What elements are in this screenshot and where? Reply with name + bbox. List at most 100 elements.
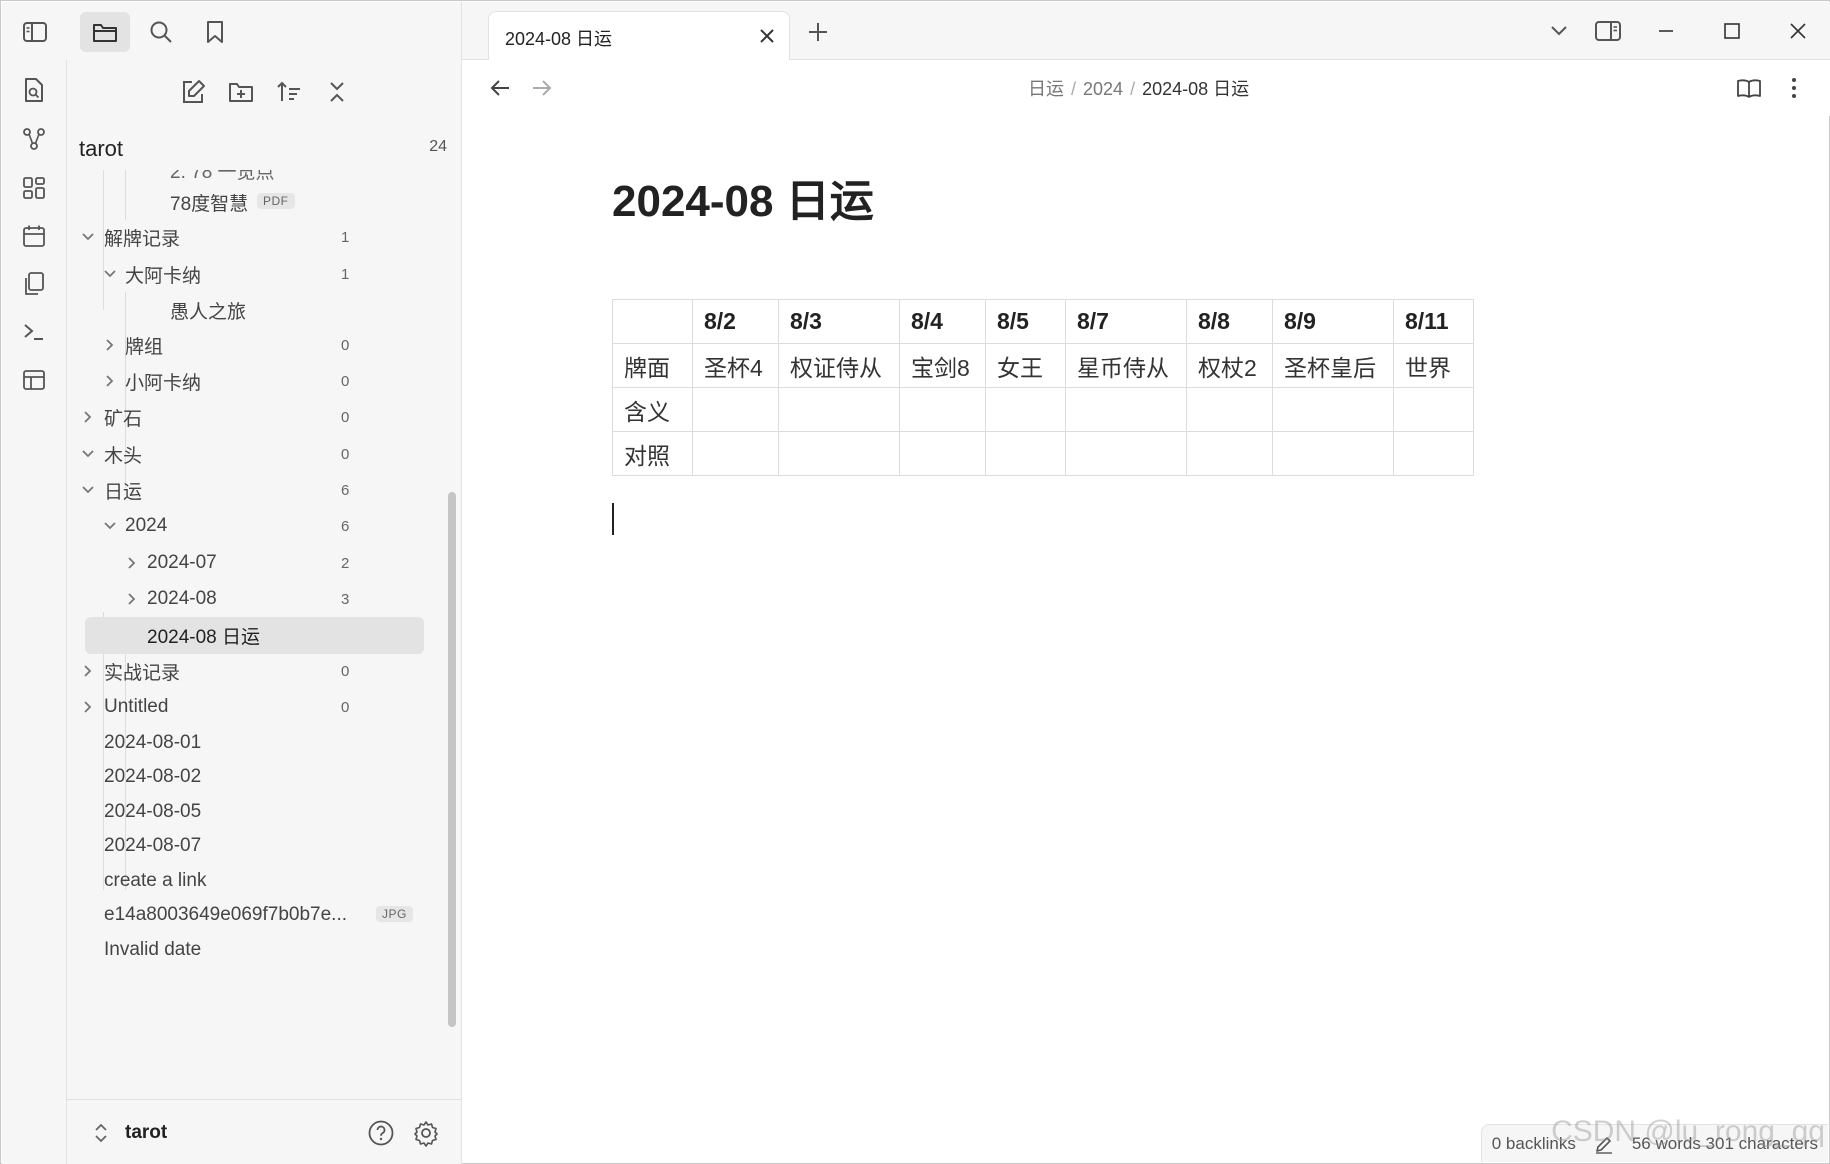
- settings-button[interactable]: [412, 1119, 440, 1147]
- breadcrumb-item[interactable]: 2024: [1083, 79, 1123, 99]
- maximize-button[interactable]: [1712, 14, 1752, 48]
- table-cell[interactable]: 权证侍从: [778, 343, 900, 388]
- copy-icon: [25, 272, 44, 295]
- tree-folder-minor-arcana[interactable]: 小阿卡纳 0: [67, 363, 461, 399]
- table-cell[interactable]: [692, 431, 779, 476]
- tree-folder-untitled[interactable]: Untitled 0: [67, 689, 461, 725]
- tree-folder-2024-07[interactable]: 2024-07 2: [67, 545, 461, 581]
- tree-file-label: 2024-08-01: [104, 732, 202, 753]
- tree-file-jpg[interactable]: e14a8003649e069f7b0b7e... JPG: [67, 897, 461, 933]
- table-header-cell[interactable]: 8/11: [1393, 299, 1474, 344]
- tree-file-2024-08-daily[interactable]: 2024-08 日运: [85, 617, 424, 654]
- table-header-cell[interactable]: 8/3: [778, 299, 900, 344]
- sort-button[interactable]: [271, 74, 307, 110]
- tree-folder-2024[interactable]: 2024 6: [67, 508, 461, 544]
- table-cell[interactable]: [899, 387, 986, 432]
- table-cell[interactable]: [692, 387, 779, 432]
- table-cell[interactable]: 宝剑8: [899, 343, 986, 388]
- table-cell[interactable]: [985, 387, 1066, 432]
- bases-button[interactable]: [16, 362, 52, 398]
- tree-file-2024-08-07[interactable]: 2024-08-07: [67, 828, 461, 864]
- tab-list-button[interactable]: [1539, 14, 1579, 48]
- new-tab-button[interactable]: [802, 16, 834, 48]
- vault-switch-button[interactable]: [91, 1122, 111, 1144]
- table-cell[interactable]: [1186, 387, 1273, 432]
- breadcrumb-current[interactable]: 2024-08 日运: [1142, 79, 1249, 99]
- table-cell[interactable]: 星币侍从: [1065, 343, 1187, 388]
- table-cell[interactable]: [1393, 387, 1474, 432]
- table-cell[interactable]: [1186, 431, 1273, 476]
- tree-file-create-a-link[interactable]: create a link: [67, 863, 461, 899]
- table-cell[interactable]: 圣杯4: [692, 343, 779, 388]
- table-cell[interactable]: [1065, 431, 1187, 476]
- tree-file-2024-08-02[interactable]: 2024-08-02: [67, 759, 461, 795]
- table-header-cell[interactable]: [612, 299, 693, 344]
- table-header-cell[interactable]: 8/9: [1272, 299, 1394, 344]
- tab-2024-08-daily[interactable]: 2024-08 日运: [488, 11, 790, 61]
- table-cell[interactable]: [1393, 431, 1474, 476]
- table-cell[interactable]: [899, 431, 986, 476]
- minimize-button[interactable]: [1646, 14, 1686, 48]
- quick-switcher-button[interactable]: [16, 72, 52, 108]
- table-header-cell[interactable]: 8/7: [1065, 299, 1187, 344]
- vault-root-row[interactable]: tarot 24: [79, 136, 453, 166]
- tree-folder-wood[interactable]: 木头 0: [67, 436, 461, 472]
- command-palette-button[interactable]: [16, 314, 52, 350]
- table-cell[interactable]: 权杖2: [1186, 343, 1273, 388]
- note-title[interactable]: 2024-08 日运: [612, 165, 874, 229]
- table-cell[interactable]: [1272, 431, 1394, 476]
- tree-folder-practice[interactable]: 实战记录 0: [67, 653, 461, 689]
- new-note-icon: [183, 80, 205, 103]
- tree-folder-decks[interactable]: 牌组 0: [67, 327, 461, 363]
- table-cell[interactable]: 世界: [1393, 343, 1474, 388]
- tree-file-label: 2024-08-07: [104, 835, 202, 856]
- navigate-forward-button[interactable]: [526, 72, 558, 104]
- graph-view-button[interactable]: [16, 121, 52, 157]
- search-tab-button[interactable]: [141, 12, 181, 52]
- table-header-cell[interactable]: 8/4: [899, 299, 986, 344]
- toggle-sidebar-button[interactable]: [15, 12, 55, 52]
- new-folder-button[interactable]: [223, 74, 259, 110]
- explorer-actions: [67, 74, 461, 114]
- table-header-cell[interactable]: 8/8: [1186, 299, 1273, 344]
- reading-view-button[interactable]: [1733, 72, 1765, 104]
- tree-folder-major-arcana[interactable]: 大阿卡纳 1: [67, 256, 461, 292]
- navigate-back-button[interactable]: [484, 72, 516, 104]
- tree-file-fools-journey[interactable]: 愚人之旅: [67, 292, 461, 328]
- tree-file-invalid-date[interactable]: Invalid date: [67, 932, 461, 968]
- breadcrumb-item[interactable]: 日运: [1028, 79, 1064, 99]
- tree-file-2024-08-01[interactable]: 2024-08-01: [67, 725, 461, 761]
- close-window-button[interactable]: [1778, 14, 1818, 48]
- table-cell[interactable]: [1272, 387, 1394, 432]
- tree-folder-readings[interactable]: 解牌记录 1: [67, 219, 461, 255]
- vault-name[interactable]: tarot: [125, 1122, 167, 1144]
- tree-folder-ore[interactable]: 矿石 0: [67, 399, 461, 435]
- table-cell[interactable]: 女王: [985, 343, 1066, 388]
- toggle-right-sidebar-button[interactable]: [1588, 14, 1628, 48]
- table-cell[interactable]: 含义: [612, 387, 693, 432]
- help-button[interactable]: [367, 1119, 395, 1147]
- tree-file-78-wisdom[interactable]: 78度智慧 PDF: [67, 184, 461, 220]
- table-header-cell[interactable]: 8/2: [692, 299, 779, 344]
- files-tab-button[interactable]: [80, 12, 130, 52]
- tree-folder-2024-08[interactable]: 2024-08 3: [67, 581, 461, 617]
- tree-folder-daily[interactable]: 日运 6: [67, 472, 461, 508]
- table-cell[interactable]: [778, 387, 900, 432]
- table-cell[interactable]: 对照: [612, 431, 693, 476]
- table-cell[interactable]: [985, 431, 1066, 476]
- templates-button[interactable]: [16, 266, 52, 302]
- tree-file-2024-08-05[interactable]: 2024-08-05: [67, 794, 461, 830]
- table-cell[interactable]: 圣杯皇后: [1272, 343, 1394, 388]
- table-cell[interactable]: [1065, 387, 1187, 432]
- table-cell[interactable]: 牌面: [612, 343, 693, 388]
- daily-note-button[interactable]: [16, 218, 52, 254]
- explorer-scrollbar[interactable]: [448, 492, 456, 1027]
- table-header-cell[interactable]: 8/5: [985, 299, 1066, 344]
- new-note-button[interactable]: [175, 74, 211, 110]
- tab-close-button[interactable]: [755, 24, 779, 48]
- more-options-button[interactable]: [1778, 72, 1810, 104]
- collapse-all-button[interactable]: [319, 74, 355, 110]
- bookmarks-tab-button[interactable]: [195, 12, 235, 52]
- canvas-button[interactable]: [16, 170, 52, 206]
- table-cell[interactable]: [778, 431, 900, 476]
